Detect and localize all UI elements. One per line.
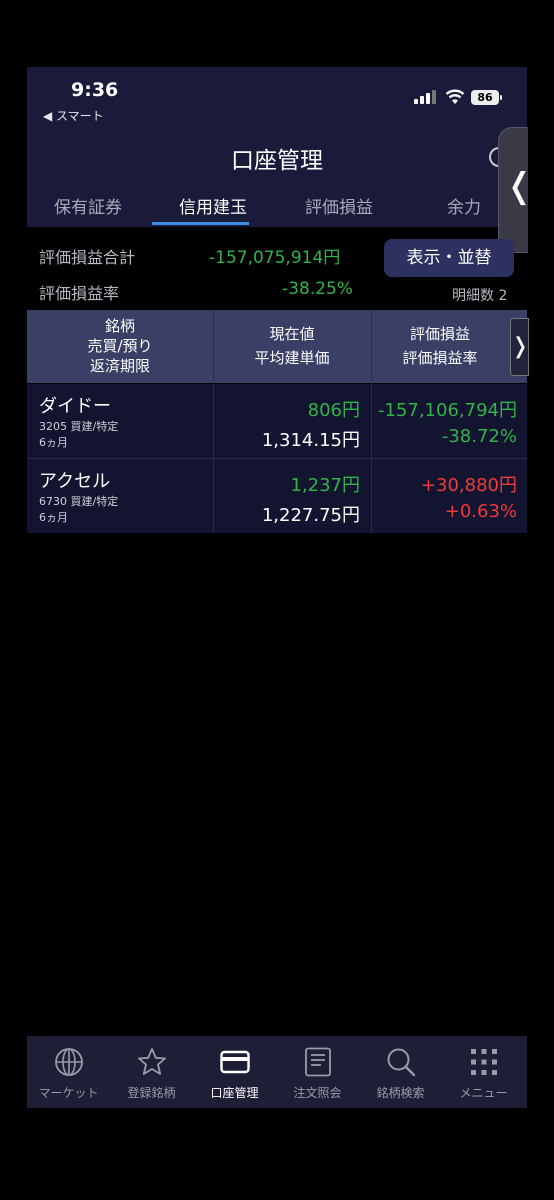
summary-section: 評価損益合計 -157,075,914円 評価損益率 -38.25% 表示・並替… bbox=[27, 235, 527, 307]
display-sort-button[interactable]: 表示・並替 bbox=[384, 239, 514, 277]
header-col-stock: 銘柄 売買/預り 返済期限 bbox=[87, 317, 153, 375]
tab-buying-power[interactable]: 余力 bbox=[447, 193, 481, 218]
stock-term: 6ヵ月 bbox=[39, 511, 68, 524]
total-pl-value: -157,075,914円 bbox=[209, 248, 341, 268]
header-col-price: 現在値 平均建単価 bbox=[254, 325, 330, 367]
header: 口座管理 保有証券 信用建玉 評価損益 余力 bbox=[27, 127, 527, 227]
detail-count: 明細数 2 bbox=[452, 285, 507, 305]
grid-icon bbox=[471, 1049, 497, 1075]
search-icon bbox=[387, 1048, 416, 1077]
pl-value: -157,106,794円 bbox=[377, 400, 517, 421]
tabbar-label: マーケット bbox=[38, 1086, 99, 1100]
active-tab-indicator bbox=[152, 222, 249, 225]
tab-bar-top: 保有証券 信用建玉 評価損益 余力 bbox=[27, 187, 527, 225]
pl-rate: -38.72% bbox=[441, 426, 517, 447]
battery-icon: 86 bbox=[471, 90, 502, 105]
back-to-app-link[interactable]: ◀ スマート bbox=[43, 107, 104, 124]
current-price: 806円 bbox=[307, 400, 360, 421]
stock-name: ダイドー bbox=[39, 396, 111, 417]
table-row[interactable]: ダイドー 3205 買建/特定 6ヵ月 806円 1,314.15円 -157,… bbox=[27, 384, 527, 458]
tab-valuation[interactable]: 評価損益 bbox=[305, 193, 373, 218]
tab-margin-positions[interactable]: 信用建玉 bbox=[179, 193, 247, 218]
star-icon bbox=[138, 1048, 166, 1075]
current-price: 1,237円 bbox=[290, 475, 360, 496]
row-divider bbox=[27, 458, 527, 459]
table-header: 銘柄 売買/預り 返済期限 現在値 平均建単価 評価損益 評価損益率 ❭ bbox=[27, 310, 529, 383]
tabbar-search[interactable]: 銘柄検索 bbox=[359, 1036, 442, 1108]
column-divider bbox=[371, 310, 372, 533]
stock-term: 6ヵ月 bbox=[39, 436, 68, 449]
document-icon bbox=[305, 1047, 331, 1077]
pl-rate-value: -38.25% bbox=[282, 279, 353, 299]
average-price: 1,227.75円 bbox=[261, 505, 360, 526]
tabbar-label: 登録銘柄 bbox=[127, 1086, 176, 1100]
tab-holdings[interactable]: 保有証券 bbox=[54, 193, 122, 218]
tabbar-label: 口座管理 bbox=[210, 1086, 259, 1100]
column-divider bbox=[213, 310, 214, 533]
table-row[interactable]: アクセル 6730 買建/特定 6ヵ月 1,237円 1,227.75円 +30… bbox=[27, 459, 527, 533]
stock-name: アクセル bbox=[39, 471, 111, 492]
status-bar: 9:36 ◀ スマート 86 bbox=[27, 67, 527, 127]
stock-code-info: 3205 買建/特定 bbox=[39, 420, 119, 433]
signal-icon bbox=[414, 90, 436, 104]
tabbar-market[interactable]: マーケット bbox=[27, 1036, 110, 1108]
status-time: 9:36 bbox=[71, 79, 119, 101]
chevron-right-icon[interactable]: ❭ bbox=[510, 318, 529, 376]
detail-count-value: 2 bbox=[498, 288, 508, 304]
app-screen: 9:36 ◀ スマート 86 口座管理 保有証券 信用建玉 評価損益 余力 ❬ … bbox=[27, 67, 534, 1108]
wifi-icon bbox=[445, 89, 465, 104]
stock-code-info: 6730 買建/特定 bbox=[39, 495, 119, 508]
globe-icon bbox=[55, 1048, 83, 1076]
average-price: 1,314.15円 bbox=[261, 430, 360, 451]
tabbar-menu[interactable]: メニュー bbox=[442, 1036, 525, 1108]
tabbar-label: メニュー bbox=[459, 1086, 508, 1100]
tabbar-watchlist[interactable]: 登録銘柄 bbox=[110, 1036, 193, 1108]
tabbar-label: 注文照会 bbox=[293, 1086, 342, 1100]
tabbar-orders[interactable]: 注文照会 bbox=[276, 1036, 359, 1108]
pl-value: +30,880円 bbox=[420, 475, 517, 496]
chevron-left-icon: ❬ bbox=[505, 166, 534, 206]
card-icon bbox=[220, 1050, 250, 1074]
tabbar-account[interactable]: 口座管理 bbox=[193, 1036, 276, 1108]
pl-rate-label: 評価損益率 bbox=[39, 284, 120, 303]
detail-count-label: 明細数 bbox=[452, 288, 494, 304]
pl-rate: +0.63% bbox=[444, 501, 517, 522]
bottom-tab-bar: マーケット 登録銘柄 口座管理 注文照会 銘柄検索 メニュー bbox=[27, 1036, 527, 1108]
total-pl-label: 評価損益合計 bbox=[39, 248, 136, 267]
tabbar-label: 銘柄検索 bbox=[376, 1086, 425, 1100]
header-col-pl: 評価損益 評価損益率 bbox=[402, 325, 478, 367]
page-title: 口座管理 bbox=[231, 148, 323, 174]
